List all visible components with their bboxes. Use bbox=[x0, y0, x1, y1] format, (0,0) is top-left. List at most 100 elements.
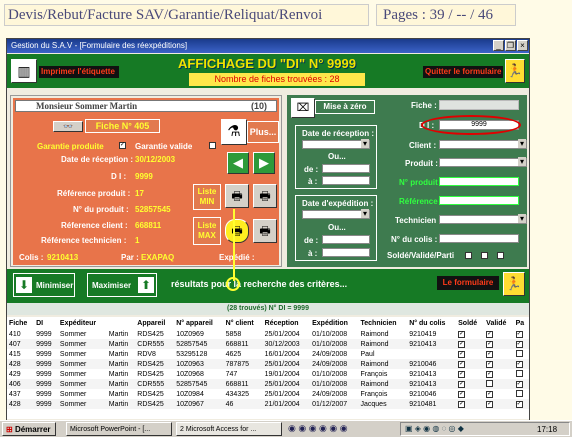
status-checkbox[interactable]: ✓ bbox=[514, 379, 529, 389]
checked-checkbox[interactable]: ✓ bbox=[515, 341, 523, 348]
checked-checkbox[interactable]: ✓ bbox=[458, 401, 466, 408]
garantie-valide-checkbox[interactable] bbox=[209, 142, 216, 149]
checked-checkbox[interactable]: ✓ bbox=[458, 361, 466, 368]
date-expedition-select[interactable] bbox=[302, 209, 370, 219]
valide-filter-checkbox[interactable] bbox=[481, 252, 488, 259]
restore-window-button[interactable]: ❐ bbox=[505, 40, 516, 51]
status-checkbox[interactable]: ✓ bbox=[456, 339, 484, 349]
previous-record-icon[interactable]: ◀ bbox=[227, 152, 249, 174]
exit-icon[interactable]: 🏃 bbox=[505, 59, 525, 83]
quit-form-button[interactable]: Quitter le formulaire bbox=[423, 66, 503, 78]
status-checkbox[interactable]: ✓ bbox=[514, 329, 529, 339]
checked-checkbox[interactable]: ✓ bbox=[458, 341, 466, 348]
table-row[interactable]: 406 9999 Sommer Martin CDR555 52857545 668811 2… bbox=[7, 379, 529, 389]
checked-checkbox[interactable]: ✓ bbox=[458, 331, 466, 338]
fiche-filter-input[interactable] bbox=[439, 100, 519, 110]
table-row[interactable]: 428 9999 Sommer Martin RDS425 10Z0963 787875 25… bbox=[7, 359, 529, 369]
taskbar-powerpoint[interactable]: Microsoft PowerPoint - [... bbox=[66, 422, 172, 436]
checked-checkbox[interactable]: ✓ bbox=[458, 391, 466, 398]
num-colis-filter-input[interactable] bbox=[439, 234, 519, 243]
client-filter-select[interactable] bbox=[439, 139, 527, 149]
next-record-icon[interactable]: ▶ bbox=[253, 152, 275, 174]
checked-checkbox[interactable]: ✓ bbox=[515, 361, 523, 368]
table-row[interactable]: 429 9999 Sommer Martin RDS425 10Z0968 747 19/01… bbox=[7, 369, 529, 379]
table-row[interactable]: 428 9999 Sommer Martin RDS425 10Z0967 46 21/01/… bbox=[7, 399, 529, 409]
status-checkbox[interactable] bbox=[514, 349, 529, 359]
checked-checkbox[interactable]: ✓ bbox=[515, 401, 523, 408]
status-checkbox[interactable]: ✓ bbox=[484, 329, 513, 339]
status-checkbox[interactable]: ✓ bbox=[456, 369, 484, 379]
checked-checkbox[interactable]: ✓ bbox=[486, 361, 494, 368]
liste-max-button[interactable]: Liste MAX bbox=[193, 217, 221, 245]
checked-checkbox[interactable]: ✓ bbox=[486, 371, 494, 378]
exit-form-icon[interactable]: 🏃 bbox=[503, 272, 525, 296]
table-row[interactable]: 415 9999 Sommer Martin RDV8 53295128 4625 16/01… bbox=[7, 349, 529, 359]
unchecked-checkbox[interactable] bbox=[515, 349, 523, 357]
reset-button[interactable]: Mise à zéro bbox=[315, 100, 375, 114]
eyeglasses-icon[interactable]: 👓 bbox=[53, 121, 83, 132]
reception-from-input[interactable] bbox=[322, 164, 370, 173]
date-reception-select[interactable] bbox=[302, 139, 370, 149]
checked-checkbox[interactable]: ✓ bbox=[458, 371, 466, 378]
table-row[interactable]: 407 9999 Sommer Martin CDR555 52857545 668811 3… bbox=[7, 339, 529, 349]
status-checkbox[interactable]: ✓ bbox=[484, 359, 513, 369]
expedition-to-input[interactable] bbox=[322, 248, 370, 257]
start-button[interactable]: ⊞ Démarrer bbox=[2, 422, 56, 436]
solde-filter-checkbox[interactable] bbox=[465, 252, 472, 259]
status-checkbox[interactable]: ✓ bbox=[484, 349, 513, 359]
lab-flask-icon[interactable]: ⚗ bbox=[221, 119, 247, 145]
status-checkbox[interactable]: ✓ bbox=[456, 349, 484, 359]
parti-filter-checkbox[interactable] bbox=[497, 252, 504, 259]
checked-checkbox[interactable]: ✓ bbox=[458, 381, 466, 388]
expedition-from-input[interactable] bbox=[322, 235, 370, 244]
checked-checkbox[interactable]: ✓ bbox=[458, 351, 466, 358]
printer-icon[interactable]: 🖶 bbox=[225, 184, 249, 208]
table-row[interactable]: 437 9999 Sommer Martin RDS425 10Z0984 434325 25… bbox=[7, 389, 529, 399]
status-checkbox[interactable]: ✓ bbox=[456, 329, 484, 339]
technicien-filter-select[interactable] bbox=[439, 214, 527, 224]
num-produit-filter-input[interactable] bbox=[439, 177, 519, 186]
status-checkbox[interactable]: ✓ bbox=[456, 379, 484, 389]
checked-checkbox[interactable]: ✓ bbox=[486, 341, 494, 348]
status-checkbox[interactable]: ✓ bbox=[456, 399, 484, 409]
tray-icons[interactable]: ▣ ◈ ◉ ◍ ◌ ◎ ◆ bbox=[405, 424, 464, 433]
status-checkbox[interactable]: ✓ bbox=[514, 399, 529, 409]
le-formulaire-button[interactable]: Le formulaire bbox=[437, 276, 499, 290]
checked-checkbox[interactable]: ✓ bbox=[486, 401, 494, 408]
unchecked-checkbox[interactable] bbox=[486, 379, 494, 387]
maximiser-button[interactable]: Maximiser ⬆ bbox=[87, 273, 157, 297]
status-checkbox[interactable]: ✓ bbox=[514, 359, 529, 369]
minimize-window-button[interactable]: _ bbox=[493, 40, 504, 51]
barcode-icon[interactable]: ▥ bbox=[11, 59, 37, 83]
checked-checkbox[interactable]: ✓ bbox=[515, 331, 523, 338]
unchecked-checkbox[interactable] bbox=[515, 369, 523, 377]
table-row[interactable]: 410 9999 Sommer Martin RDS425 10Z0969 5858 25/0… bbox=[7, 329, 529, 339]
broom-icon[interactable]: ⌧ bbox=[291, 98, 315, 118]
status-checkbox[interactable]: ✓ bbox=[484, 389, 513, 399]
preview-printer-icon[interactable]: 🖶 bbox=[225, 219, 249, 243]
produit-filter-select[interactable] bbox=[439, 157, 527, 167]
status-checkbox[interactable]: ✓ bbox=[484, 369, 513, 379]
checked-checkbox[interactable]: ✓ bbox=[486, 391, 494, 398]
quick-launch-icons[interactable]: ◉ ◉ ◉ ◉ ◉ ◉ bbox=[288, 423, 388, 435]
print-label-button[interactable]: Imprimer l'étiquette bbox=[39, 66, 119, 78]
fiche-button[interactable]: Fiche N° 405 bbox=[85, 119, 160, 133]
garantie-produite-checkbox[interactable]: ✓ bbox=[119, 142, 126, 149]
status-checkbox[interactable]: ✓ bbox=[484, 399, 513, 409]
plus-button[interactable]: Plus... bbox=[247, 121, 279, 143]
checked-checkbox[interactable]: ✓ bbox=[515, 381, 523, 388]
print-list-icon[interactable]: 🖶 bbox=[253, 219, 277, 243]
printer-alt-icon[interactable]: 🖶 bbox=[253, 184, 277, 208]
status-checkbox[interactable] bbox=[484, 379, 513, 389]
reception-to-input[interactable] bbox=[322, 176, 370, 185]
checked-checkbox[interactable]: ✓ bbox=[486, 331, 494, 338]
taskbar-access[interactable]: 2 Microsoft Access for ... bbox=[176, 422, 282, 436]
close-window-button[interactable]: × bbox=[517, 40, 528, 51]
unchecked-checkbox[interactable] bbox=[515, 389, 523, 397]
status-checkbox[interactable]: ✓ bbox=[514, 339, 529, 349]
status-checkbox[interactable]: ✓ bbox=[484, 339, 513, 349]
minimiser-button[interactable]: ⬇ Minimiser bbox=[13, 273, 75, 297]
liste-min-button[interactable]: Liste MIN bbox=[193, 184, 221, 210]
status-checkbox[interactable] bbox=[514, 369, 529, 379]
status-checkbox[interactable]: ✓ bbox=[456, 389, 484, 399]
